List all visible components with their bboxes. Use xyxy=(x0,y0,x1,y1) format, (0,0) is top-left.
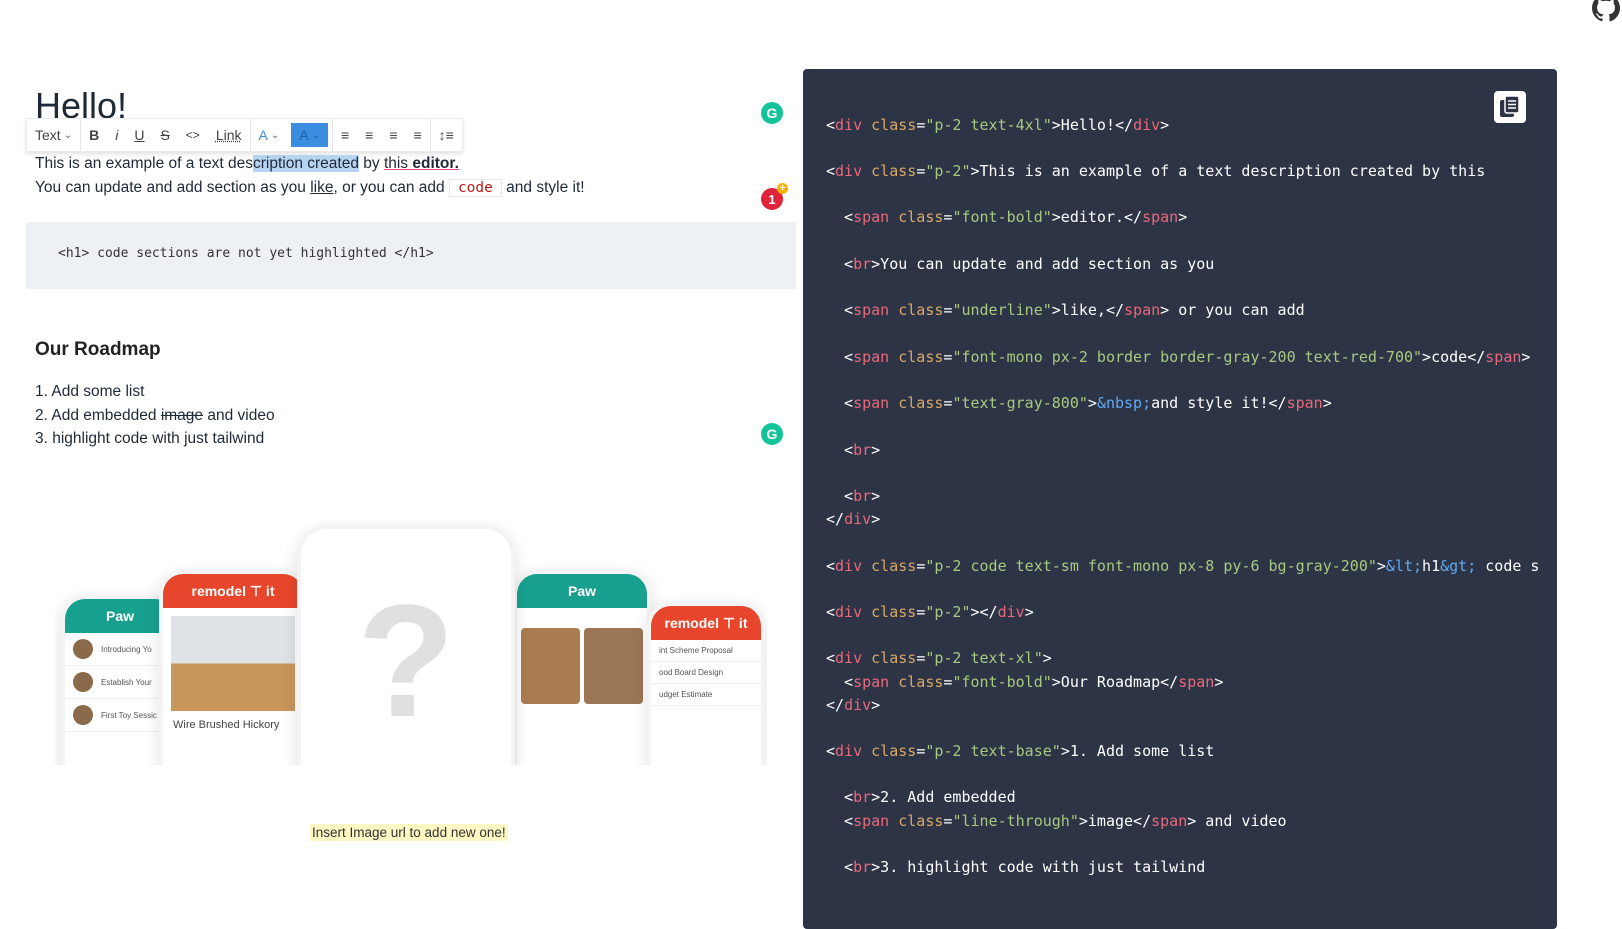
list-row: ood Board Design xyxy=(651,662,761,684)
strikethrough-text: image xyxy=(160,406,204,424)
grammarly-icon[interactable]: G xyxy=(761,102,783,124)
code-line: <span class="font-bold">Our Roadmap</spa… xyxy=(826,673,1224,691)
list-row: int Scheme Proposal xyxy=(651,640,761,662)
question-mark-icon: ? xyxy=(357,571,455,750)
video-thumb xyxy=(584,628,643,704)
app-header: Paw xyxy=(517,574,647,608)
code-line: <span class="line-through">image</span> … xyxy=(826,812,1287,830)
strikethrough-button[interactable]: S xyxy=(152,119,177,151)
line-height-icon: ↕≡ xyxy=(438,127,454,143)
code-line: </div> xyxy=(826,510,881,528)
bg-color-label: A xyxy=(299,127,309,143)
bold-button[interactable]: B xyxy=(81,119,107,151)
grammarly-icon[interactable]: G xyxy=(761,423,783,445)
code-line: <div class="p-2 code text-sm font-mono p… xyxy=(826,557,1540,575)
selected-text: cription created xyxy=(252,155,359,172)
align-right-button[interactable]: ≡ xyxy=(405,119,429,151)
text-run: and video xyxy=(203,406,275,424)
align-left-button[interactable]: ≡ xyxy=(357,119,381,151)
app-header: remodel ⊤ it xyxy=(651,606,761,640)
align-center-button[interactable]: ≡ xyxy=(381,119,405,151)
format-toolbar: Text ⌄ B i U S <> Link A ⌄ A ⌄ ≡ ≡ ≡ ≡ ↕≡ xyxy=(26,118,463,152)
code-line: <br>You can update and add section as yo… xyxy=(826,255,1215,273)
roadmap-list[interactable]: 1. Add some list 2. Add embedded image a… xyxy=(35,380,275,451)
text-run: and style it! xyxy=(501,179,585,196)
inline-code: code xyxy=(448,179,502,197)
caption: Wire Brushed Hickory xyxy=(173,719,280,731)
text-run: 2. Add embedded xyxy=(35,406,161,424)
text-run: This is an example of a text des xyxy=(35,155,253,172)
code-line: <br>2. Add embedded xyxy=(826,788,1016,806)
plus-icon: + xyxy=(777,183,788,194)
text-style-dropdown[interactable]: Text ⌄ xyxy=(27,119,80,151)
align-justify-icon: ≡ xyxy=(340,127,350,143)
grammarly-issue-badge[interactable]: 1 + xyxy=(761,183,788,210)
code-line: <div class="p-2">This is an example of a… xyxy=(826,162,1486,180)
align-right-icon: ≡ xyxy=(413,127,422,143)
code-line: <span class="font-mono px-2 border borde… xyxy=(826,348,1531,366)
align-center-icon: ≡ xyxy=(389,127,398,143)
text-style-label: Text xyxy=(35,127,61,143)
phone-mockup: remodel ⊤ it int Scheme Proposal ood Boa… xyxy=(647,602,765,765)
italic-button[interactable]: i xyxy=(107,119,126,151)
code-line: <span class="font-bold">editor.</span> xyxy=(826,208,1188,226)
chevron-down-icon: ⌄ xyxy=(270,129,280,141)
copy-button[interactable] xyxy=(1494,91,1526,123)
text-run: by xyxy=(358,155,384,172)
underlined-text: like xyxy=(310,179,334,196)
video-thumb xyxy=(521,628,580,704)
phone-mockup: Paw xyxy=(513,570,651,765)
video-grid xyxy=(517,608,647,724)
copy-icon xyxy=(1500,95,1520,117)
code-line: <div class="p-2 text-base">1. Add some l… xyxy=(826,742,1215,760)
link-button[interactable]: Link xyxy=(208,119,250,151)
paragraph[interactable]: This is an example of a text description… xyxy=(35,152,585,200)
phone-mockup: remodel ⊤ it Wire Brushed Hickory xyxy=(159,570,307,765)
font-color-label: A xyxy=(258,127,268,143)
line-height-button[interactable]: ↕≡ xyxy=(431,119,462,151)
text-run: , or you can add xyxy=(333,179,449,196)
badge-count: 1 xyxy=(768,191,776,207)
font-color-button[interactable]: A ⌄ xyxy=(251,119,288,151)
code-line: <span class="underline">like,</span> or … xyxy=(826,301,1305,319)
code-line: </div> xyxy=(826,696,881,714)
align-justify-button[interactable]: ≡ xyxy=(333,119,357,151)
roadmap-heading[interactable]: Our Roadmap xyxy=(35,339,161,361)
align-left-icon: ≡ xyxy=(365,127,374,143)
list-row: udget Estimate xyxy=(651,684,761,706)
phone-placeholder: ? xyxy=(297,525,515,765)
row-label: Introducing Yo xyxy=(101,644,152,654)
spelling-flag[interactable]: this xyxy=(384,155,408,172)
text-run: You can update and add section as you xyxy=(35,179,311,196)
row-label: Establish Your xyxy=(101,677,152,687)
underline-button[interactable]: U xyxy=(126,119,152,151)
avatar xyxy=(73,705,93,725)
background-color-button[interactable]: A ⌄ xyxy=(291,123,328,147)
embedded-image[interactable]: Paw Introducing Yo Establish Your First … xyxy=(55,520,767,765)
code-line: <span class="text-gray-800">&nbsp;and st… xyxy=(826,394,1332,412)
room-photo xyxy=(171,616,295,711)
code-line: <div class="p-2 text-xl"> xyxy=(826,649,1052,667)
code-button[interactable]: <> xyxy=(178,119,208,151)
code-line: <div class="p-2"></div> xyxy=(826,603,1034,621)
code-line: <br> xyxy=(826,441,881,459)
list-item: 1. Add some list xyxy=(35,383,145,400)
chevron-down-icon: ⌄ xyxy=(311,129,320,141)
avatar xyxy=(73,639,93,659)
avatar xyxy=(73,672,93,692)
list-item: 2. Add embedded image and video xyxy=(35,404,275,428)
code-line: <br> xyxy=(826,487,881,505)
app-header: remodel ⊤ it xyxy=(163,574,303,608)
bold-text: editor. xyxy=(408,155,459,172)
code-line: <div class="p-2 text-4xl">Hello!</div> xyxy=(826,116,1170,134)
code-line: <br>3. highlight code with just tailwind xyxy=(826,858,1206,876)
chevron-down-icon: ⌄ xyxy=(63,129,73,141)
list-item: 3. highlight code with just tailwind xyxy=(35,430,265,447)
github-icon[interactable] xyxy=(1592,0,1620,22)
code-block[interactable]: <h1> code sections are not yet highlight… xyxy=(26,222,796,289)
insert-image-hint[interactable]: Insert Image url to add new one! xyxy=(310,824,508,841)
row-label: First Toy Sessic xyxy=(101,710,157,720)
